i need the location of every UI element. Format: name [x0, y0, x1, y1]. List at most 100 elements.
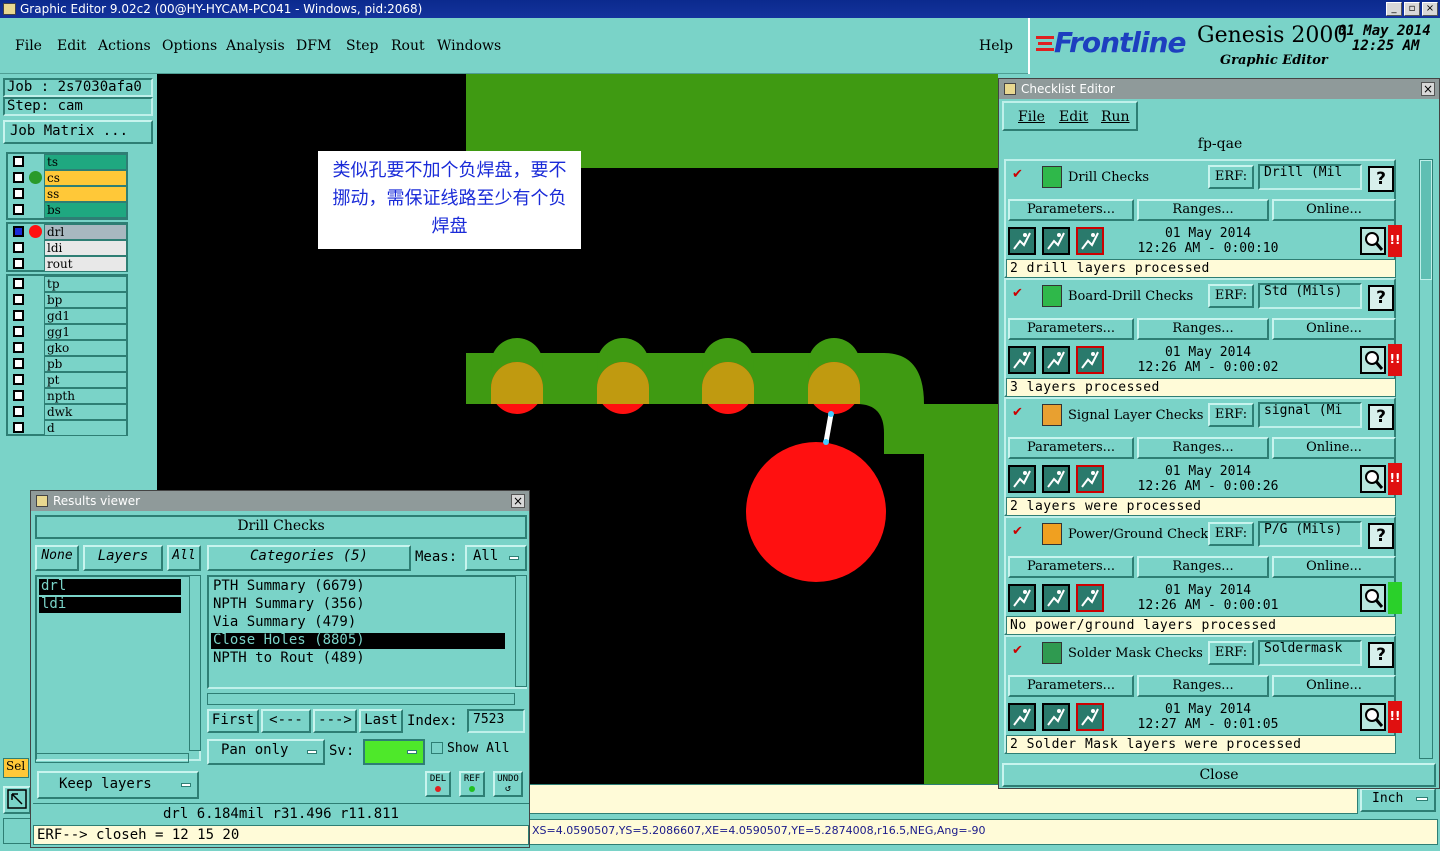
help-icon[interactable]: ? — [1368, 166, 1394, 192]
keep-layers-selector[interactable]: Keep layers — [37, 771, 199, 799]
category-item[interactable]: Via Summary (479) — [211, 615, 505, 631]
layer-row-pt[interactable]: pt — [11, 372, 127, 388]
layer-row-gg1[interactable]: gg1 — [11, 324, 127, 340]
menu-analysis[interactable]: Analysis — [226, 38, 285, 54]
zoom-results-icon[interactable] — [1360, 465, 1386, 493]
pan-mode-selector[interactable]: Pan only — [207, 739, 325, 765]
category-list[interactable]: PTH Summary (6679) NPTH Summary (356) Via … — [207, 575, 527, 689]
layer-row-tp[interactable]: tp — [11, 276, 127, 292]
menu-rout[interactable]: Rout — [391, 38, 425, 54]
layer-row-drl[interactable]: drl — [11, 224, 127, 240]
categories-button[interactable]: Categories (5) — [207, 545, 411, 571]
layer-checkbox[interactable] — [13, 172, 24, 183]
next-button[interactable]: ---> — [313, 709, 357, 733]
run-stop-icon[interactable] — [1076, 703, 1104, 731]
close-button[interactable]: × — [1422, 2, 1438, 16]
menu-step[interactable]: Step — [346, 38, 378, 54]
ranges-button[interactable]: Ranges... — [1137, 199, 1269, 221]
zoom-results-icon[interactable] — [1360, 346, 1386, 374]
online-button[interactable]: Online... — [1272, 437, 1396, 459]
help-icon[interactable]: ? — [1368, 642, 1394, 668]
run-icon[interactable] — [1008, 703, 1036, 731]
run-stop-icon[interactable] — [1076, 227, 1104, 255]
layer-row-rout[interactable]: rout — [11, 256, 127, 272]
ranges-button[interactable]: Ranges... — [1137, 318, 1269, 340]
category-item[interactable]: PTH Summary (6679) — [211, 579, 505, 595]
menu-help[interactable]: Help — [979, 38, 1013, 54]
menu-dfm[interactable]: DFM — [296, 38, 331, 54]
erf-value-field[interactable]: P/G (Mils) — [1258, 521, 1362, 547]
run-icon[interactable] — [1008, 584, 1036, 612]
check-enabled-icon[interactable]: ✔ — [1012, 524, 1023, 539]
run-step-icon[interactable] — [1042, 227, 1070, 255]
undo-tool-button[interactable]: UNDO ↺ — [493, 771, 523, 797]
category-item[interactable]: NPTH Summary (356) — [211, 597, 505, 613]
layer-checkbox[interactable] — [13, 278, 24, 289]
layer-checkbox[interactable] — [13, 242, 24, 253]
erf-button[interactable]: ERF: — [1208, 522, 1254, 546]
selection-indicator[interactable]: Sel — [3, 758, 29, 778]
layer-row-bs[interactable]: bs — [11, 202, 127, 218]
check-enabled-icon[interactable]: ✔ — [1012, 643, 1023, 658]
online-button[interactable]: Online... — [1272, 318, 1396, 340]
zoom-results-icon[interactable] — [1360, 227, 1386, 255]
check-enabled-icon[interactable]: ✔ — [1012, 167, 1023, 182]
checklist-close-button[interactable]: Close — [1002, 763, 1436, 787]
parameters-button[interactable]: Parameters... — [1008, 675, 1134, 697]
layer-checkbox[interactable] — [13, 358, 24, 369]
layer-checkbox[interactable] — [13, 342, 24, 353]
layer-checkbox[interactable] — [13, 310, 24, 321]
erf-button[interactable]: ERF: — [1208, 165, 1254, 189]
layer-row-ts[interactable]: ts — [11, 154, 127, 170]
run-icon[interactable] — [1008, 227, 1036, 255]
run-stop-icon[interactable] — [1076, 584, 1104, 612]
run-stop-icon[interactable] — [1076, 465, 1104, 493]
ref-tool-button[interactable]: REF — [459, 771, 485, 797]
checklist-close-icon[interactable]: × — [1421, 82, 1435, 96]
layer-row-ss[interactable]: ss — [11, 186, 127, 202]
meas-selector[interactable]: All — [465, 545, 527, 571]
filter-none-button[interactable]: None — [35, 545, 79, 571]
index-input[interactable]: 7523 — [467, 709, 525, 733]
minimize-button[interactable]: _ — [1386, 2, 1402, 16]
erf-button[interactable]: ERF: — [1208, 641, 1254, 665]
run-step-icon[interactable] — [1042, 346, 1070, 374]
check-enabled-icon[interactable]: ✔ — [1012, 405, 1023, 420]
first-button[interactable]: First — [207, 709, 259, 733]
run-stop-icon[interactable] — [1076, 346, 1104, 374]
menu-options[interactable]: Options — [162, 38, 217, 54]
ranges-button[interactable]: Ranges... — [1137, 437, 1269, 459]
layer-row-gd1[interactable]: gd1 — [11, 308, 127, 324]
run-step-icon[interactable] — [1042, 584, 1070, 612]
layer-checkbox[interactable] — [13, 226, 24, 237]
pointer-tool-button[interactable] — [3, 786, 31, 814]
run-icon[interactable] — [1008, 346, 1036, 374]
online-button[interactable]: Online... — [1272, 556, 1396, 578]
parameters-button[interactable]: Parameters... — [1008, 318, 1134, 340]
units-selector[interactable]: Inch — [1360, 788, 1436, 812]
help-icon[interactable]: ? — [1368, 285, 1394, 311]
last-button[interactable]: Last — [359, 709, 403, 733]
layer-list-vscroll[interactable] — [189, 575, 201, 751]
maximize-button[interactable]: ▫ — [1404, 2, 1420, 16]
run-step-icon[interactable] — [1042, 465, 1070, 493]
filter-layers-button[interactable]: Layers — [83, 545, 163, 571]
erf-value-field[interactable]: Drill (Mil — [1258, 164, 1362, 190]
layer-checkbox[interactable] — [13, 258, 24, 269]
menu-windows[interactable]: Windows — [437, 38, 501, 54]
layer-checkbox[interactable] — [13, 156, 24, 167]
check-enabled-icon[interactable]: ✔ — [1012, 286, 1023, 301]
category-vscroll[interactable] — [515, 575, 527, 687]
layer-row-cs[interactable]: cs — [11, 170, 127, 186]
result-layer-item[interactable]: drl — [39, 579, 181, 595]
layer-row-gko[interactable]: gko — [11, 340, 127, 356]
layer-checkbox[interactable] — [13, 188, 24, 199]
sv-color-selector[interactable] — [363, 739, 425, 765]
menu-actions[interactable]: Actions — [98, 38, 151, 54]
layer-checkbox[interactable] — [13, 406, 24, 417]
erf-button[interactable]: ERF: — [1208, 284, 1254, 308]
run-icon[interactable] — [1008, 465, 1036, 493]
layer-checkbox[interactable] — [13, 326, 24, 337]
layer-row-npth[interactable]: npth — [11, 388, 127, 404]
erf-value-field[interactable]: Soldermask — [1258, 640, 1362, 666]
